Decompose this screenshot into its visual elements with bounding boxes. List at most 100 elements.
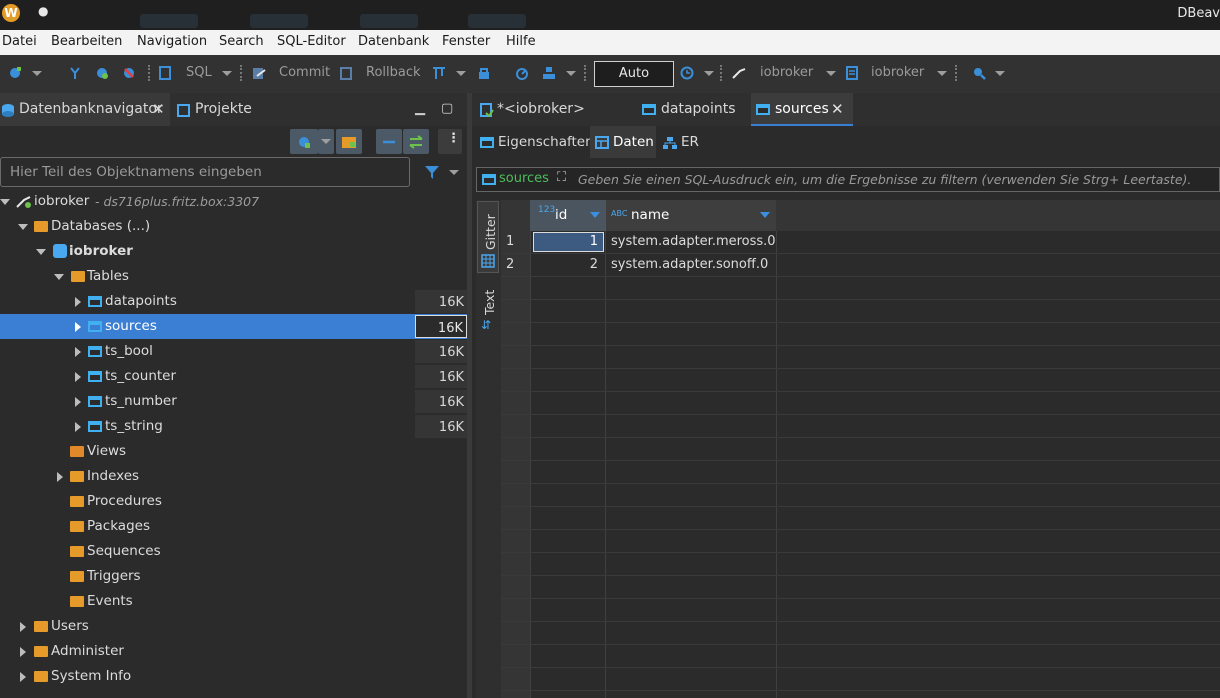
column-header-id[interactable]: 123 id <box>530 200 605 231</box>
tree-packages[interactable]: Packages <box>0 514 467 539</box>
panel-splitter[interactable] <box>467 93 472 698</box>
tree-database-iobroker[interactable]: iobroker <box>0 239 467 264</box>
subtab-daten[interactable]: Daten <box>590 126 656 158</box>
auto-commit-toggle[interactable]: Auto <box>594 61 674 87</box>
view-menu-button[interactable]: ⋮ <box>438 129 462 154</box>
title-bar: W ● DBeav <box>0 0 1220 30</box>
databases-folder-icon <box>34 221 48 232</box>
cell-name[interactable]: system.adapter.meross.0 <box>611 231 776 253</box>
search-icon[interactable] <box>972 66 986 80</box>
app-logo-icon: W <box>2 4 20 22</box>
log-dropdown[interactable] <box>566 71 576 76</box>
close-icon[interactable]: ✕ <box>152 93 165 126</box>
active-datasource-selector[interactable]: iobroker <box>760 65 813 80</box>
rollback-icon[interactable] <box>340 66 354 80</box>
sql-editor-icon[interactable] <box>158 66 172 80</box>
disconnect-icon[interactable] <box>122 66 136 80</box>
tree-indexes[interactable]: Indexes <box>0 464 467 489</box>
view-text-tab[interactable]: Text ⇵ <box>477 280 499 340</box>
minimize-icon[interactable]: ▁ <box>415 101 425 116</box>
tree-table-item[interactable]: ts_string 16K <box>0 414 467 439</box>
reconnect-icon[interactable] <box>95 66 109 80</box>
menu-datei[interactable]: Datei <box>2 34 37 49</box>
commit-icon[interactable] <box>252 66 266 80</box>
sql-filter-input[interactable]: Geben Sie einen SQL-Ausdruck ein, um die… <box>578 172 1191 187</box>
table-row[interactable]: 1 1 system.adapter.meross.0 <box>501 231 781 253</box>
tree-table-item[interactable]: datapoints 16K <box>0 289 467 314</box>
tree-sequences[interactable]: Sequences <box>0 539 467 564</box>
tab-datenbanknavigator[interactable]: Datenbanknavigator ✕ <box>0 93 170 126</box>
active-schema-selector[interactable]: iobroker <box>871 65 924 80</box>
column-header-name[interactable]: ABC name <box>605 200 776 231</box>
tree-table-item[interactable]: ts_bool 16K <box>0 339 467 364</box>
tree-administer[interactable]: Administer <box>0 639 467 664</box>
tree-views[interactable]: Views <box>0 439 467 464</box>
transaction-dropdown[interactable] <box>456 71 466 76</box>
rollback-button[interactable]: Rollback <box>366 65 421 80</box>
object-filter-input[interactable]: Hier Teil des Objektnamens eingeben <box>0 157 410 187</box>
sort-arrow-icon[interactable] <box>590 212 600 218</box>
schema-dropdown[interactable] <box>937 71 947 76</box>
menu-bar: Datei Bearbeiten Navigation Search SQL-E… <box>0 30 1220 55</box>
view-gitter-tab[interactable]: Gitter <box>477 201 499 273</box>
menu-search[interactable]: Search <box>219 34 264 49</box>
tree-system-info[interactable]: System Info <box>0 664 467 689</box>
tree-databases[interactable]: Databases (...) <box>0 214 467 239</box>
tree-table-item-selected[interactable]: sources 16K <box>0 314 467 339</box>
new-connection-button[interactable] <box>290 129 318 154</box>
datasource-dropdown[interactable] <box>826 71 836 76</box>
tab-datapoints[interactable]: datapoints <box>640 93 740 126</box>
connect-icon[interactable] <box>68 66 82 80</box>
views-label: Views <box>87 443 127 459</box>
link-editor-button[interactable] <box>403 129 429 154</box>
tree-procedures[interactable]: Procedures <box>0 489 467 514</box>
transaction-mode-icon[interactable] <box>432 66 446 80</box>
filter-funnel-icon[interactable] <box>424 164 440 180</box>
new-connection-dropdown[interactable] <box>32 71 42 76</box>
history-dropdown[interactable] <box>704 71 714 76</box>
tree-users[interactable]: Users <box>0 614 467 639</box>
new-folder-button[interactable] <box>336 129 362 154</box>
search-dropdown[interactable] <box>995 71 1005 76</box>
sort-arrow-icon[interactable] <box>760 212 770 218</box>
tree-tables-folder[interactable]: Tables <box>0 264 467 289</box>
tab-projekte[interactable]: Projekte <box>172 93 272 126</box>
cell-name[interactable]: system.adapter.sonoff.0 <box>611 254 768 276</box>
filter-options-dropdown[interactable] <box>449 170 459 175</box>
tree-events[interactable]: Events <box>0 589 467 614</box>
lock-icon[interactable] <box>477 66 491 80</box>
menu-hilfe[interactable]: Hilfe <box>506 34 536 49</box>
new-connection-icon[interactable] <box>8 66 22 80</box>
close-icon[interactable]: ✕ <box>831 100 844 118</box>
tab-projekte-label: Projekte <box>195 101 252 117</box>
commit-button[interactable]: Commit <box>279 65 330 80</box>
subtab-eigenschaften[interactable]: Eigenschaften <box>478 126 594 158</box>
sql-button[interactable]: SQL <box>186 65 212 80</box>
sql-dropdown[interactable] <box>222 71 232 76</box>
administer-folder-icon <box>34 646 48 657</box>
system-info-folder-icon <box>34 671 48 682</box>
menu-datenbank[interactable]: Datenbank <box>358 34 429 49</box>
transaction-log-icon[interactable] <box>542 66 556 80</box>
maximize-icon[interactable]: ▢ <box>441 101 453 116</box>
history-clock-icon[interactable] <box>680 66 694 80</box>
dashboard-icon[interactable] <box>515 66 529 80</box>
tree-triggers[interactable]: Triggers <box>0 564 467 589</box>
tree-table-item[interactable]: ts_counter 16K <box>0 364 467 389</box>
tab-sources[interactable]: sources ✕ <box>751 93 853 126</box>
tree-table-item[interactable]: ts_number 16K <box>0 389 467 414</box>
cell-id[interactable]: 2 <box>533 254 604 276</box>
expand-filter-icon[interactable]: ⛶ <box>557 170 566 185</box>
collapse-all-button[interactable] <box>376 129 402 154</box>
tree-connection-iobroker[interactable]: iobroker - ds716plus.fritz.box:3307 <box>0 189 467 214</box>
subtab-er-diagramm[interactable]: ER Diagramm <box>660 126 770 182</box>
new-connection-menu[interactable] <box>318 129 334 154</box>
databases-label: Databases (...) <box>51 218 151 234</box>
menu-navigation[interactable]: Navigation <box>137 34 207 49</box>
menu-sql-editor[interactable]: SQL-Editor <box>277 34 346 49</box>
tab-script[interactable]: *<iobroker> Script <box>478 93 626 150</box>
menu-bearbeiten[interactable]: Bearbeiten <box>51 34 122 49</box>
cell-id-selected[interactable]: 1 <box>533 232 604 252</box>
table-row[interactable]: 2 2 system.adapter.sonoff.0 <box>501 254 781 276</box>
menu-fenster[interactable]: Fenster <box>442 34 490 49</box>
